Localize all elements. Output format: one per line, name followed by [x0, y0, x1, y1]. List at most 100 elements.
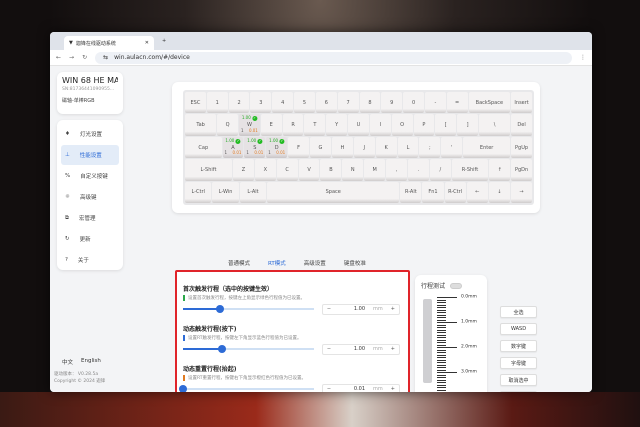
- value-input[interactable]: 1.00: [335, 346, 369, 352]
- key-d[interactable]: D 1.00 ✓ 1 0.01: [266, 136, 288, 159]
- key--[interactable]: -: [424, 92, 446, 114]
- key-space[interactable]: Space: [267, 181, 400, 204]
- minus-button[interactable]: −: [323, 346, 335, 352]
- key-cap[interactable]: Cap: [185, 136, 222, 159]
- key-i[interactable]: I: [369, 114, 391, 136]
- select-button-字母键[interactable]: 字母键: [500, 357, 537, 369]
- key-=[interactable]: =: [446, 92, 468, 114]
- key-p[interactable]: P: [413, 114, 435, 136]
- reload-icon[interactable]: ↻: [82, 54, 87, 61]
- key-5[interactable]: 5: [294, 92, 315, 114]
- tab-键盘校准[interactable]: 键盘校准: [344, 259, 366, 267]
- url-field[interactable]: ⇆ win.aulacn.com/#/device: [95, 51, 572, 64]
- key-7[interactable]: 7: [337, 92, 359, 114]
- key-[[interactable]: [: [435, 114, 457, 136]
- key-r-ctrl[interactable]: R-Ctrl: [444, 181, 466, 204]
- key-y[interactable]: Y: [326, 114, 348, 136]
- key-u[interactable]: U: [348, 114, 369, 136]
- key-z[interactable]: Z: [232, 159, 254, 181]
- key-fn1[interactable]: Fn1: [422, 181, 444, 204]
- slider[interactable]: [183, 305, 314, 313]
- key-o[interactable]: O: [391, 114, 413, 136]
- key-6[interactable]: 6: [315, 92, 337, 114]
- key-l-alt[interactable]: L-Alt: [239, 181, 267, 204]
- key-esc[interactable]: ESC: [185, 92, 206, 114]
- key-→[interactable]: →: [510, 181, 532, 204]
- key-0[interactable]: 0: [403, 92, 424, 114]
- key-pgup[interactable]: PgUp: [511, 136, 532, 159]
- key-;[interactable]: ;: [419, 136, 441, 159]
- key-'[interactable]: ': [441, 136, 463, 159]
- key-q[interactable]: Q: [217, 114, 239, 136]
- key-][interactable]: ]: [457, 114, 478, 136]
- key-l-shift[interactable]: L-Shift: [185, 159, 232, 181]
- key-j[interactable]: J: [353, 136, 375, 159]
- key-k[interactable]: K: [375, 136, 397, 159]
- sidebar-item[interactable]: ☼ 高级键: [61, 187, 119, 207]
- sidebar-item[interactable]: % 自定义按键: [61, 166, 119, 186]
- key-e[interactable]: E: [260, 114, 282, 136]
- key-l-win[interactable]: L-Win: [212, 181, 239, 204]
- key-l-ctrl[interactable]: L-Ctrl: [185, 181, 212, 204]
- travel-test-toggle[interactable]: [450, 282, 463, 289]
- minus-button[interactable]: −: [323, 306, 335, 312]
- key-4[interactable]: 4: [272, 92, 294, 114]
- key-r[interactable]: R: [282, 114, 304, 136]
- key-l[interactable]: L: [397, 136, 419, 159]
- key-b[interactable]: B: [320, 159, 342, 181]
- tab-高级设置[interactable]: 高级设置: [304, 259, 326, 267]
- value-input[interactable]: 1.00: [335, 306, 369, 312]
- key-,[interactable]: ,: [386, 159, 407, 181]
- key-f[interactable]: F: [288, 136, 310, 159]
- sidebar-item[interactable]: ? 关于: [61, 250, 119, 270]
- key-pgdn[interactable]: PgDn: [511, 159, 532, 181]
- select-button-数字键[interactable]: 数字键: [500, 340, 537, 352]
- back-icon[interactable]: ←: [56, 54, 61, 61]
- key-x[interactable]: X: [254, 159, 276, 181]
- key-8[interactable]: 8: [359, 92, 381, 114]
- key-↑[interactable]: ↑: [489, 159, 511, 181]
- slider-thumb[interactable]: [218, 345, 227, 353]
- plus-button[interactable]: +: [387, 386, 399, 392]
- select-button-全选[interactable]: 全选: [500, 306, 537, 318]
- slider-thumb[interactable]: [215, 305, 224, 313]
- slider[interactable]: [179, 385, 314, 392]
- key-t[interactable]: T: [304, 114, 326, 136]
- plus-button[interactable]: +: [387, 346, 399, 352]
- key-enter[interactable]: Enter: [463, 136, 511, 159]
- key-2[interactable]: 2: [228, 92, 250, 114]
- key-\[interactable]: \: [478, 114, 511, 136]
- value-stepper[interactable]: −1.00 mm +: [321, 303, 400, 315]
- key-tab[interactable]: Tab: [185, 114, 217, 136]
- lang-en[interactable]: English: [81, 358, 101, 366]
- tab-普通模式[interactable]: 普通模式: [228, 259, 250, 267]
- value-stepper[interactable]: −0.01 mm +: [321, 383, 400, 392]
- tab-RT模式[interactable]: RT模式: [268, 259, 286, 267]
- site-info-icon[interactable]: ⇆: [103, 54, 108, 61]
- key-←[interactable]: ←: [466, 181, 488, 204]
- key-s[interactable]: S 1.00 ✓ 1 0.01: [244, 136, 266, 159]
- key-a[interactable]: A 1.00 ✓ 1 0.01: [222, 136, 244, 159]
- key-r-shift[interactable]: R-Shift: [451, 159, 489, 181]
- minus-button[interactable]: −: [323, 386, 335, 392]
- extensions-icon[interactable]: ⋮: [580, 54, 586, 61]
- key-n[interactable]: N: [342, 159, 364, 181]
- select-button-WASD[interactable]: WASD: [500, 323, 537, 335]
- close-tab-icon[interactable]: ✕: [145, 40, 149, 46]
- key-v[interactable]: V: [298, 159, 320, 181]
- key-m[interactable]: M: [364, 159, 386, 181]
- key-g[interactable]: G: [310, 136, 331, 159]
- select-button-取消选中[interactable]: 取消选中: [500, 374, 537, 386]
- value-stepper[interactable]: −1.00 mm +: [321, 343, 400, 355]
- browser-tab[interactable]: ▼ 迦锋在线驱动系统 ✕: [64, 36, 154, 50]
- key-.[interactable]: .: [407, 159, 429, 181]
- key-h[interactable]: H: [331, 136, 353, 159]
- key-3[interactable]: 3: [250, 92, 272, 114]
- key-insert[interactable]: Insert: [511, 92, 532, 114]
- key-r-alt[interactable]: R-Alt: [400, 181, 422, 204]
- value-input[interactable]: 0.01: [335, 386, 369, 392]
- key-9[interactable]: 9: [381, 92, 403, 114]
- key-/[interactable]: /: [429, 159, 451, 181]
- key-del[interactable]: Del: [511, 114, 532, 136]
- key-↓[interactable]: ↓: [488, 181, 510, 204]
